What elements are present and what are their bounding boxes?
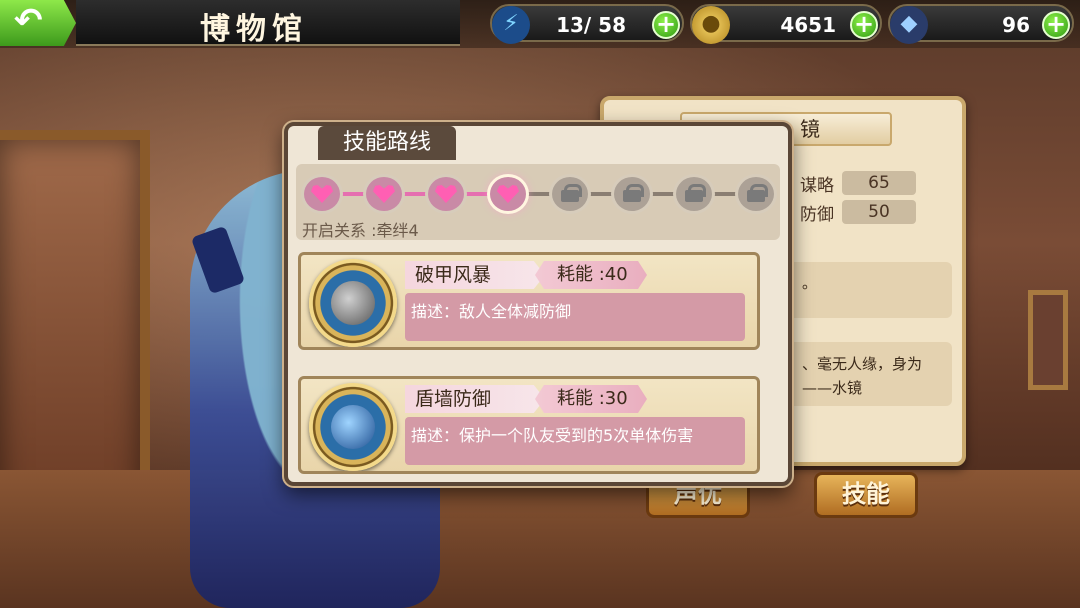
skill-card[interactable]: 盾墙防御 耗能 :30 描述：保护一个队友受到的5次单体伤害: [298, 376, 760, 474]
skill-cost: 耗能 :30: [535, 385, 647, 413]
route-heart-3[interactable]: [428, 177, 464, 211]
skill-icon-core: [331, 405, 375, 449]
heart-icon: [435, 185, 457, 203]
lightning-icon: ⚡: [492, 6, 530, 44]
stat-label: 防御: [800, 204, 834, 225]
desc-prefix: 描述：: [411, 302, 460, 321]
gem-counter: ◆ 96 +: [888, 4, 1074, 44]
character-name: 镜: [800, 117, 820, 141]
stat-value: 50: [842, 200, 916, 224]
skill-icon-core: [331, 281, 375, 325]
gem-value: 96: [1002, 13, 1030, 37]
energy-counter: ⚡ 13/ 58 +: [490, 4, 684, 44]
route-heart-7[interactable]: [676, 177, 712, 211]
back-button[interactable]: ↶: [0, 0, 76, 46]
museum-floor: [0, 470, 1080, 608]
sword-armor-icon: [309, 259, 397, 347]
skill-description: 描述：敌人全体减防御: [405, 293, 745, 341]
route-unlock-condition: 开启关系 :牵绊4: [302, 221, 419, 240]
route-heart-1[interactable]: [304, 177, 340, 211]
back-arrow-icon: ↶: [14, 1, 43, 41]
skill-button[interactable]: 技能: [814, 472, 918, 518]
bio-line: 、毫无人缘，身为: [802, 355, 923, 373]
heart-icon: [497, 185, 519, 203]
add-gold-button[interactable]: +: [850, 11, 878, 39]
skill-card[interactable]: 破甲风暴 耗能 :40 描述：敌人全体减防御: [298, 252, 760, 350]
heart-icon: [373, 185, 395, 203]
stat-row-defense: 防御 50: [800, 200, 916, 225]
lock-icon: [747, 190, 765, 202]
stat-label: 谋略: [800, 175, 834, 196]
route-progress-line: [322, 192, 508, 196]
route-heart-2[interactable]: [366, 177, 402, 211]
lock-icon: [623, 190, 641, 202]
energy-value: 13/ 58: [556, 13, 626, 37]
bio-line: ——水镜: [802, 379, 863, 397]
skill-name: 破甲风暴: [405, 261, 545, 289]
route-heart-8[interactable]: [738, 177, 774, 211]
info-text: 。: [802, 274, 818, 292]
skill-description: 描述：保护一个队友受到的5次单体伤害: [405, 417, 745, 465]
route-heart-6[interactable]: [614, 177, 650, 211]
stat-value: 65: [842, 171, 916, 195]
crystal-icon: ◆: [890, 6, 928, 44]
skill-cost: 耗能 :40: [535, 261, 647, 289]
wall-small-frame: [1028, 290, 1068, 390]
shield-icon: [309, 383, 397, 471]
coin-icon: ●: [692, 6, 730, 44]
add-gem-button[interactable]: +: [1042, 11, 1070, 39]
desc-prefix: 描述：: [411, 426, 460, 445]
heart-icon: [311, 185, 333, 203]
gold-counter: ● 4651 +: [690, 4, 882, 44]
gold-value: 4651: [780, 13, 836, 37]
lock-icon: [685, 190, 703, 202]
desc-text: 敌人全体减防御: [459, 302, 572, 321]
lock-icon: [561, 190, 579, 202]
dialog-title-tab: 技能路线: [318, 126, 456, 160]
skill-name: 盾墙防御: [405, 385, 545, 413]
desc-text: 保护一个队友受到的5次单体伤害: [459, 426, 694, 445]
add-energy-button[interactable]: +: [652, 11, 680, 39]
page-title: 博物馆: [200, 12, 308, 47]
route-heart-5[interactable]: [552, 177, 588, 211]
route-heart-4[interactable]: [490, 177, 526, 211]
stat-row-strategy: 谋略 65: [800, 171, 916, 196]
